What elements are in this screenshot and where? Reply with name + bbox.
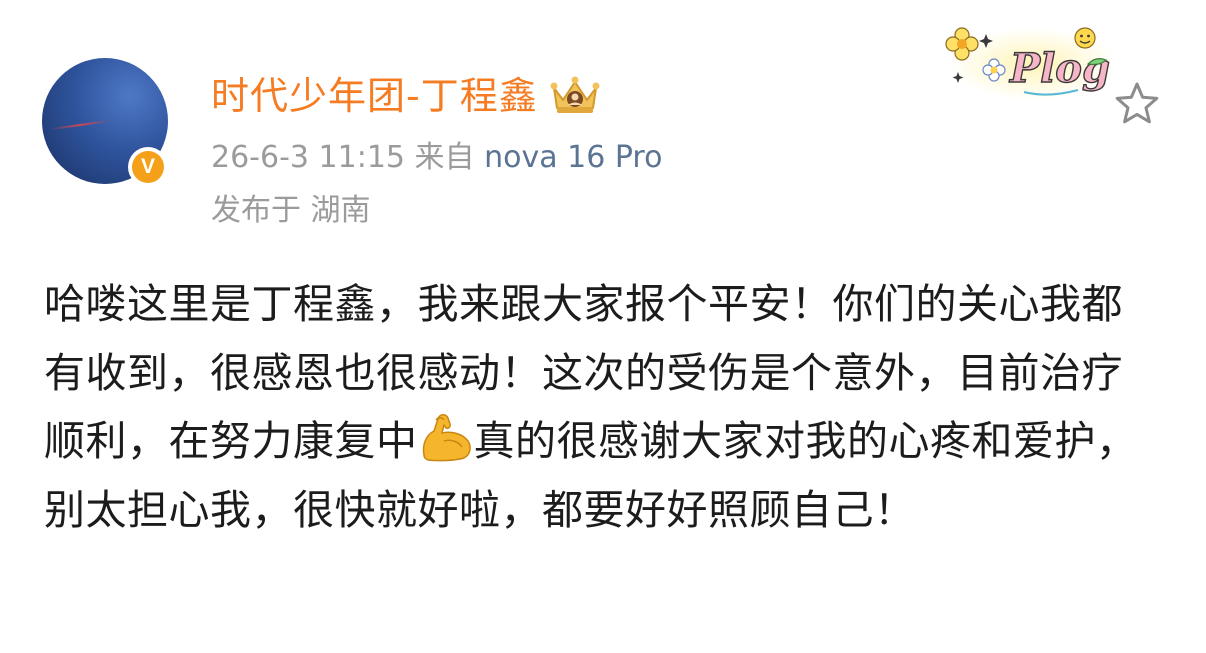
author-name[interactable]: 时代少年团-丁程鑫 xyxy=(211,71,538,121)
post-timestamp: 26-6-3 11:15 xyxy=(211,140,405,175)
flexed-biceps-icon xyxy=(422,414,471,462)
crown-icon xyxy=(550,76,600,113)
post-meta: 26-6-3 11:15 来自 nova 16 Pro xyxy=(211,136,662,180)
plog-sticker-icon: Plog xyxy=(945,27,1116,100)
weibo-post-card: V 时代少年团-丁程鑫 26-6-3 11:15 来自 nova 16 Pro … xyxy=(0,0,1206,653)
post-location: 发布于 湖南 xyxy=(211,193,371,228)
favorite-star-icon[interactable] xyxy=(1112,80,1162,128)
post-content: 哈喽这里是丁程鑫，我来跟大家报个平安！你们的关心我都有收到，很感恩也很感动！这次… xyxy=(44,270,1164,544)
author-row: 时代少年团-丁程鑫 xyxy=(211,71,602,121)
source-prefix: 来自 xyxy=(414,140,475,175)
plog-sticker-text: Plog xyxy=(1009,45,1110,92)
device-link[interactable]: nova 16 Pro xyxy=(484,140,662,175)
verified-badge-icon: V xyxy=(128,147,168,187)
